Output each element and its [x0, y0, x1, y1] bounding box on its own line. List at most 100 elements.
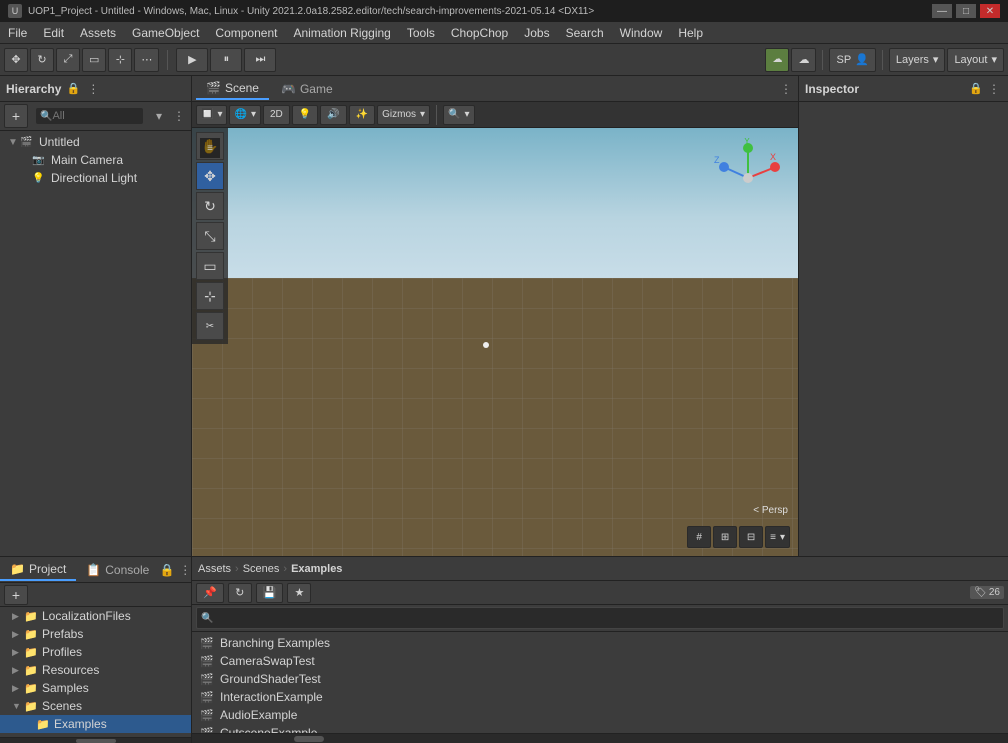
scale-tool-button[interactable]: ⤡ — [196, 222, 224, 250]
hierarchy-lock-button[interactable]: 🔒 — [65, 81, 81, 97]
maximize-button[interactable]: □ — [956, 4, 976, 18]
file-search-input[interactable] — [217, 610, 999, 626]
layers-dropdown[interactable]: Layers ▾ — [889, 48, 946, 72]
hierarchy-item-label: Untitled — [39, 135, 80, 149]
tree-item-profiles[interactable]: ▶ 📁 Profiles — [0, 643, 191, 661]
scene-grid-dropdown[interactable]: ≡ ▾ — [765, 526, 790, 548]
menu-jobs[interactable]: Jobs — [516, 24, 557, 42]
hierarchy-dots-button[interactable]: ⋮ — [171, 108, 187, 124]
tree-item-examples[interactable]: 📁 Examples — [0, 715, 191, 733]
tree-item-prefabs[interactable]: ▶ 📁 Prefabs — [0, 625, 191, 643]
menu-help[interactable]: Help — [670, 24, 711, 42]
svg-text:Y: Y — [744, 138, 750, 146]
rotate-tool-button[interactable]: ↻ — [196, 192, 224, 220]
translate-tool-button[interactable]: ✥ — [196, 162, 224, 190]
project-add-button[interactable]: + — [4, 585, 28, 605]
menu-component[interactable]: Component — [207, 24, 285, 42]
breadcrumb-assets[interactable]: Assets — [198, 563, 231, 575]
hierarchy-search-input[interactable] — [52, 110, 139, 122]
tree-item-scenes[interactable]: ▼ 📁 Scenes — [0, 697, 191, 715]
file-item[interactable]: 🎬 GroundShaderTest — [192, 670, 1008, 688]
file-browser-scrollbar-h[interactable] — [192, 733, 1008, 743]
scene-grid-btn2[interactable]: ⊞ — [713, 526, 737, 548]
menu-search[interactable]: Search — [558, 24, 612, 42]
minimize-button[interactable]: — — [932, 4, 952, 18]
file-browser-save-button[interactable]: 💾 — [256, 583, 284, 603]
scene-view[interactable]: ✋ ✥ ↻ ⤡ ▭ ⊹ ✂ X — [192, 128, 798, 556]
file-item[interactable]: 🎬 CameraSwapTest — [192, 652, 1008, 670]
hierarchy-item-untitled[interactable]: ▼ 🎬 Untitled — [0, 133, 191, 151]
inspector-lock-button[interactable]: 🔒 — [968, 81, 984, 97]
menu-chopchop[interactable]: ChopChop — [443, 24, 516, 42]
scene-shading-dropdown[interactable]: 🔲 ▾ — [196, 105, 227, 125]
tab-game[interactable]: 🎮 Game — [271, 78, 343, 100]
file-item-label: InteractionExample — [220, 690, 323, 704]
pause-button[interactable]: ⏸ — [210, 48, 242, 72]
hierarchy-search[interactable]: 🔍 — [36, 108, 143, 124]
file-browser-pin-button[interactable]: 📌 — [196, 583, 224, 603]
menu-edit[interactable]: Edit — [35, 24, 72, 42]
tree-item-resources[interactable]: ▶ 📁 Resources — [0, 661, 191, 679]
scene-overlay-dropdown[interactable]: 🌐 ▾ — [229, 105, 260, 125]
hierarchy-filter-button[interactable]: ▾ — [151, 108, 167, 124]
step-button[interactable]: ⏭ — [244, 48, 276, 72]
scene-2d-button[interactable]: 2D — [263, 105, 290, 125]
project-scrollbar[interactable] — [0, 737, 191, 743]
toolbar-custom-tool[interactable]: ⋯ — [134, 48, 159, 72]
menu-animation-rigging[interactable]: Animation Rigging — [285, 24, 398, 42]
account-dropdown[interactable]: SP 👤 — [829, 48, 875, 72]
tab-project[interactable]: 📁 Project — [0, 559, 76, 581]
hierarchy-item-main-camera[interactable]: 📷 Main Camera — [0, 151, 191, 169]
toolbar-sep2 — [822, 50, 823, 70]
menu-tools[interactable]: Tools — [399, 24, 443, 42]
rect-tool-button[interactable]: ▭ — [196, 252, 224, 280]
folder-icon: 📁 — [24, 610, 40, 623]
toolbar-scale-tool[interactable]: ⤢ — [56, 48, 80, 72]
scene-more-button[interactable]: ⋮ — [778, 81, 794, 97]
project-more-button[interactable]: ⋮ — [177, 562, 193, 578]
extra-tool-button[interactable]: ✂ — [196, 312, 224, 340]
menu-assets[interactable]: Assets — [72, 24, 124, 42]
file-search-container[interactable]: 🔍 — [196, 607, 1004, 629]
scene-light-button[interactable]: 💡 — [292, 105, 318, 125]
hierarchy-more-button[interactable]: ⋮ — [85, 81, 101, 97]
toolbar-rotate-tool[interactable]: ↻ — [30, 48, 54, 72]
hierarchy-item-directional-light[interactable]: 💡 Directional Light — [0, 169, 191, 187]
layout-dropdown[interactable]: Layout ▾ — [947, 48, 1004, 72]
toolbar-transform-tool[interactable]: ⊹ — [108, 48, 132, 72]
breadcrumb-scenes[interactable]: Scenes — [243, 563, 280, 575]
file-browser-star-button[interactable]: ★ — [287, 583, 311, 603]
tree-item-localizationfiles[interactable]: ▶ 📁 LocalizationFiles — [0, 607, 191, 625]
menu-gameobject[interactable]: GameObject — [124, 24, 207, 42]
toolbar-rect-tool[interactable]: ▭ — [82, 48, 106, 72]
hierarchy-add-button[interactable]: + — [4, 104, 28, 128]
play-button[interactable]: ▶ — [176, 48, 208, 72]
file-item[interactable]: 🎬 AudioExample — [192, 706, 1008, 724]
transform-tool-button[interactable]: ⊹ — [196, 282, 224, 310]
tree-item-samples[interactable]: ▶ 📁 Samples — [0, 679, 191, 697]
scene-fx-button[interactable]: ✨ — [349, 105, 375, 125]
tab-console[interactable]: 📋 Console — [76, 560, 159, 580]
close-button[interactable]: ✕ — [980, 4, 1000, 18]
scene-search-dropdown[interactable]: 🔍 ▾ — [443, 105, 474, 125]
toolbar-collab-btn[interactable]: ☁ — [765, 48, 789, 72]
menu-window[interactable]: Window — [612, 24, 671, 42]
scene-gizmo-dropdown[interactable]: Gizmos ▾ — [377, 105, 430, 125]
scene-grid-btn3[interactable]: ⊟ — [739, 526, 763, 548]
file-item[interactable]: 🎬 Branching Examples — [192, 634, 1008, 652]
project-lock-button[interactable]: 🔒 — [159, 562, 175, 578]
file-item[interactable]: 🎬 InteractionExample — [192, 688, 1008, 706]
toolbar-move-tool[interactable]: ✥ — [4, 48, 28, 72]
file-browser-refresh-button[interactable]: ↻ — [228, 583, 252, 603]
breadcrumb-examples[interactable]: Examples — [291, 563, 342, 575]
menu-file[interactable]: File — [0, 24, 35, 42]
folder-icon: 📁 — [24, 646, 40, 659]
file-item[interactable]: 🎬 CutsceneExample — [192, 724, 1008, 733]
tab-scene[interactable]: 🎬 Scene — [196, 78, 269, 100]
scene-grid-btn1[interactable]: # — [687, 526, 711, 548]
inspector-more-button[interactable]: ⋮ — [986, 81, 1002, 97]
toolbar-cloud-btn[interactable]: ☁ — [791, 48, 816, 72]
file-item-label: AudioExample — [220, 708, 297, 722]
toolbar-left: ✥ ↻ ⤢ ▭ ⊹ ⋯ — [4, 48, 159, 72]
scene-audio-button[interactable]: 🔊 — [320, 105, 346, 125]
